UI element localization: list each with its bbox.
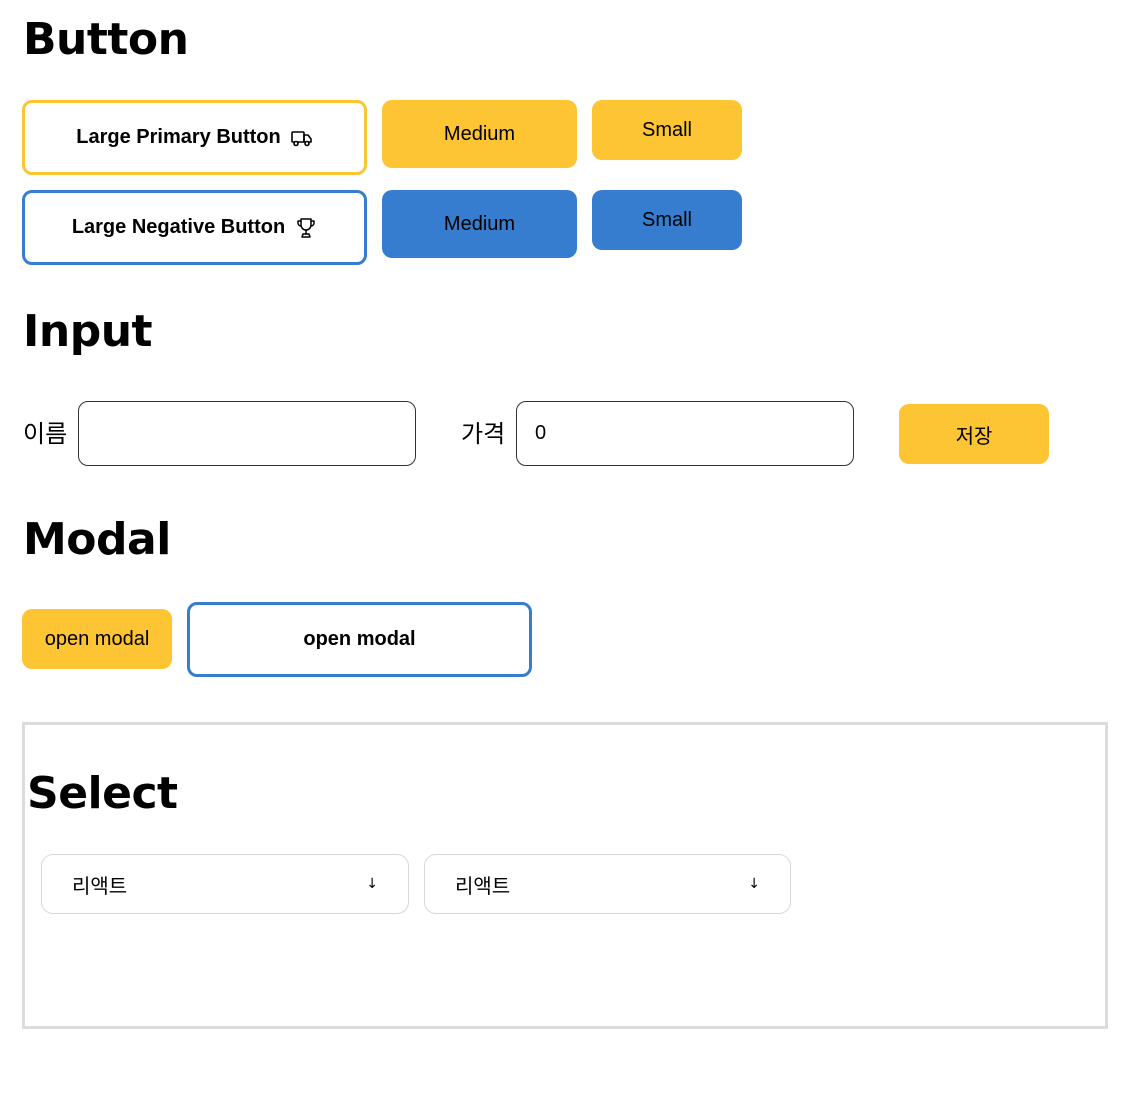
primary-small-button[interactable]: Small xyxy=(592,100,742,160)
select-dropdown-2[interactable]: 리액트 ↓ xyxy=(424,854,791,914)
select-dropdown-1[interactable]: 리액트 ↓ xyxy=(41,854,409,914)
negative-medium-button[interactable]: Medium xyxy=(382,190,577,258)
arrow-down-icon: ↓ xyxy=(366,876,378,892)
truck-icon xyxy=(290,127,313,149)
price-label: 가격 xyxy=(461,420,506,448)
save-button[interactable]: 저장 xyxy=(899,404,1049,464)
select-section-title: Select xyxy=(27,768,178,819)
page: Button Large Primary Button Medium Small… xyxy=(0,0,1122,1113)
select-1-value: 리액트 xyxy=(72,873,128,898)
name-label: 이름 xyxy=(23,420,68,448)
trophy-icon xyxy=(295,217,317,239)
negative-small-button[interactable]: Small xyxy=(592,190,742,250)
button-section-title: Button xyxy=(23,14,189,65)
price-input[interactable]: 0 xyxy=(516,401,854,466)
large-negative-button-label: Large Negative Button xyxy=(71,216,286,238)
large-negative-button[interactable]: Large Negative Button xyxy=(22,190,367,265)
primary-medium-button[interactable]: Medium xyxy=(382,100,577,168)
input-section-title: Input xyxy=(23,306,153,357)
large-primary-button-label: Large Primary Button xyxy=(76,126,281,148)
open-modal-small-button[interactable]: open modal xyxy=(22,609,172,669)
open-modal-large-button[interactable]: open modal xyxy=(187,602,532,677)
arrow-down-icon: ↓ xyxy=(748,876,760,892)
large-primary-button[interactable]: Large Primary Button xyxy=(22,100,367,175)
name-input[interactable] xyxy=(78,401,416,466)
select-2-value: 리액트 xyxy=(455,873,511,898)
modal-section-title: Modal xyxy=(23,514,171,565)
select-container: Select 리액트 ↓ 리액트 ↓ xyxy=(22,722,1108,1029)
